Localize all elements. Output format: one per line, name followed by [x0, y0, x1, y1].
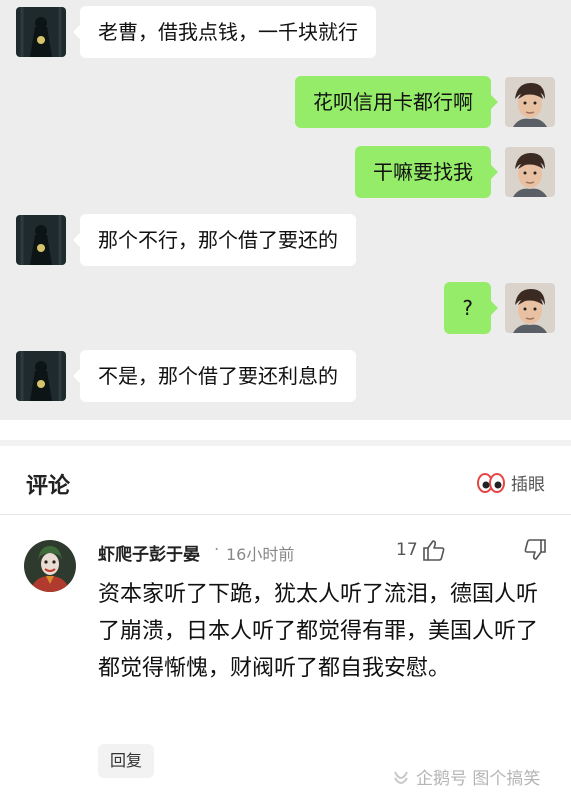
man-portrait-avatar-icon: [505, 283, 555, 333]
contact-avatar[interactable]: [16, 351, 66, 401]
dark-figure-avatar-icon: [16, 7, 66, 57]
message-row-left: 那个不行，那个借了要还的: [16, 214, 356, 266]
self-avatar[interactable]: [505, 283, 555, 333]
message-bubble[interactable]: ?: [444, 282, 498, 334]
insert-eye-button[interactable]: 插眼: [477, 470, 545, 495]
dislike-button[interactable]: [523, 539, 547, 565]
message-bubble[interactable]: 花呗信用卡都行啊: [295, 76, 498, 128]
dark-figure-avatar-icon: [16, 215, 66, 265]
joker-avatar-icon: [24, 540, 76, 592]
comment-time: 16小时前: [226, 545, 295, 564]
like-button[interactable]: 17: [396, 539, 446, 561]
man-portrait-avatar-icon: [505, 147, 555, 197]
message-row-right: 花呗信用卡都行啊: [295, 76, 555, 128]
watermark-text: 企鹅号 图个搞笑: [416, 769, 541, 789]
self-avatar[interactable]: [505, 77, 555, 127]
thumbs-up-icon: [422, 540, 445, 561]
dark-figure-avatar-icon: [16, 351, 66, 401]
watermark: 企鹅号 图个搞笑: [392, 764, 540, 789]
meta-separator: ·: [214, 540, 220, 560]
comment-text: 资本家听了下跪，犹太人听了流泪，德国人听了崩溃，日本人听了都觉得有罪，美国人听了…: [98, 582, 539, 681]
like-count: 17: [396, 540, 418, 560]
chat-area: 老曹，借我点钱，一千块就行 花呗信用卡都行啊 干嘛要找我 那个不行，那个借了要还…: [0, 0, 571, 420]
self-avatar[interactable]: [505, 147, 555, 197]
comment-item: 虾爬子彭于晏 · 16小时前 17 资本家听了下跪，犹太人听了流泪，德国人听了崩…: [0, 528, 571, 800]
message-bubble[interactable]: 那个不行，那个借了要还的: [73, 214, 356, 266]
contact-avatar[interactable]: [16, 215, 66, 265]
message-row-right: ?: [444, 282, 555, 334]
message-bubble[interactable]: 不是，那个借了要还利息的: [73, 350, 356, 402]
thumbs-down-icon: [524, 539, 546, 560]
message-bubble[interactable]: 干嘛要找我: [355, 146, 498, 198]
commenter-avatar[interactable]: [24, 540, 76, 592]
message-row-right: 干嘛要找我: [355, 146, 555, 198]
section-divider: [0, 440, 571, 446]
contact-avatar[interactable]: [16, 7, 66, 57]
message-bubble[interactable]: 老曹，借我点钱，一千块就行: [73, 6, 376, 58]
message-row-left: 老曹，借我点钱，一千块就行: [16, 6, 376, 58]
man-portrait-avatar-icon: [505, 77, 555, 127]
header-divider: [0, 514, 571, 515]
comments-title: 评论: [26, 474, 71, 499]
eyes-icon: [477, 472, 505, 493]
insert-eye-label: 插眼: [511, 475, 545, 495]
message-row-left: 不是，那个借了要还利息的: [16, 350, 356, 402]
penguin-icon: [394, 771, 408, 784]
comments-header: 评论 插眼: [0, 450, 571, 516]
commenter-name[interactable]: 虾爬子彭于晏: [98, 540, 200, 565]
reply-button[interactable]: 回复: [98, 744, 154, 778]
